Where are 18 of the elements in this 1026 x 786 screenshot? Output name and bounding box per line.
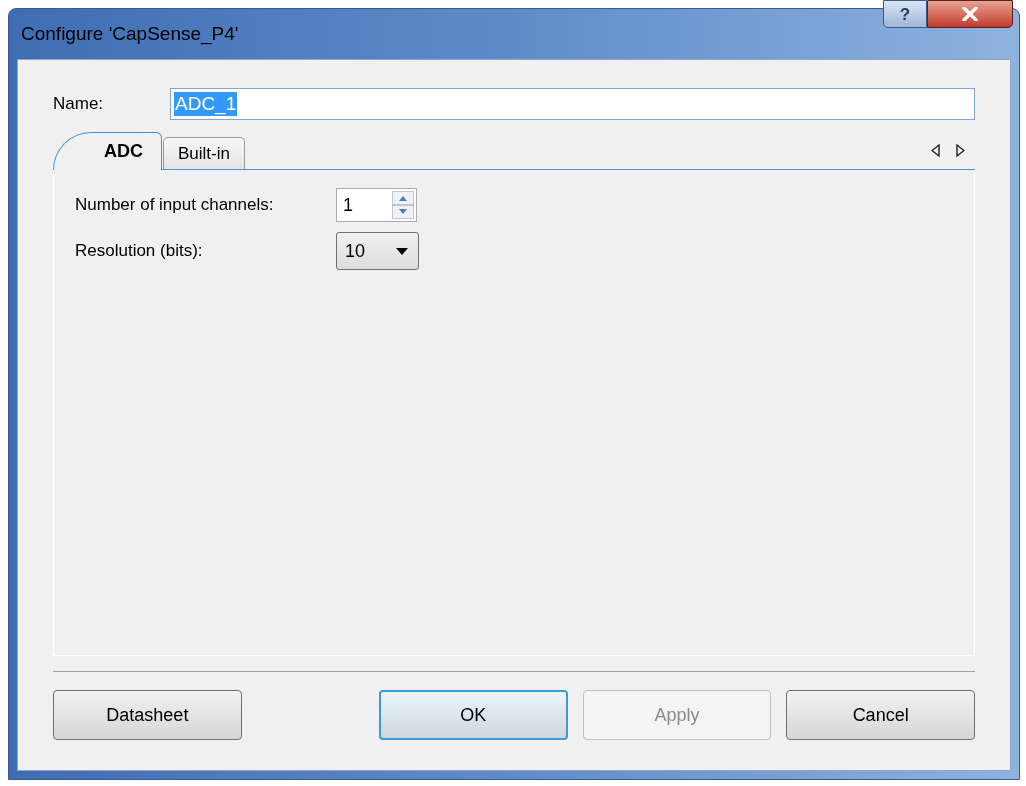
window-title: Configure 'CapSense_P4' <box>21 21 239 47</box>
spin-arrows-icon[interactable] <box>392 191 414 219</box>
scroll-right-icon[interactable] <box>956 144 965 157</box>
dialog-button[interactable]: Datasheet <box>53 690 242 740</box>
name-label: Name: <box>53 93 105 116</box>
caret-icon <box>396 247 408 255</box>
field-label: Resolution (bits): <box>75 240 204 263</box>
number-spinner[interactable]: 1 <box>336 188 417 222</box>
close-icon <box>962 7 978 21</box>
tab[interactable]: ADC <box>53 132 162 170</box>
dialog-button[interactable]: Cancel <box>786 690 975 740</box>
resolution-dropdown[interactable]: 10 <box>336 232 419 270</box>
help-button[interactable]: ? <box>883 0 927 28</box>
dialog-button[interactable]: OK <box>378 690 568 740</box>
close-button[interactable] <box>927 0 1013 28</box>
field-label: Number of input channels: <box>75 194 275 217</box>
tab[interactable]: Built-in <box>163 137 245 169</box>
scroll-left-icon[interactable] <box>931 144 940 157</box>
